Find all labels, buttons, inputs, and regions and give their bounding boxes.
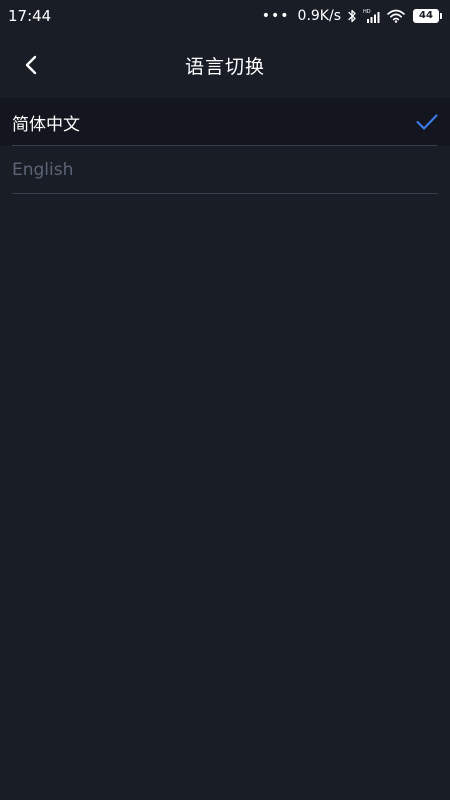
language-settings-screen: 17:44 ••• 0.9K/s HD 44 语言切换 简体中文 English (0, 0, 450, 800)
signal-hd-icon: HD (363, 8, 381, 24)
language-label: English (12, 160, 74, 180)
battery-icon: 44 (413, 9, 442, 23)
language-list: 简体中文 English (0, 98, 450, 194)
notification-dots-icon: ••• (261, 8, 290, 24)
back-button[interactable] (14, 48, 48, 82)
chevron-left-icon (25, 55, 37, 75)
network-speed: 0.9K/s (297, 8, 341, 24)
status-time: 17:44 (8, 7, 52, 25)
language-label: 简体中文 (12, 114, 80, 135)
header-bar: 语言切换 (0, 32, 450, 98)
bluetooth-icon (347, 9, 357, 23)
status-bar: 17:44 ••• 0.9K/s HD 44 (0, 0, 450, 32)
checkmark-icon (416, 114, 438, 130)
page-title: 语言切换 (184, 55, 265, 78)
language-option-simplified-chinese[interactable]: 简体中文 (0, 98, 450, 146)
svg-text:HD: HD (363, 9, 371, 15)
wifi-icon (387, 9, 405, 23)
divider (12, 193, 438, 194)
language-option-english[interactable]: English (0, 146, 450, 194)
battery-level: 44 (413, 9, 439, 23)
